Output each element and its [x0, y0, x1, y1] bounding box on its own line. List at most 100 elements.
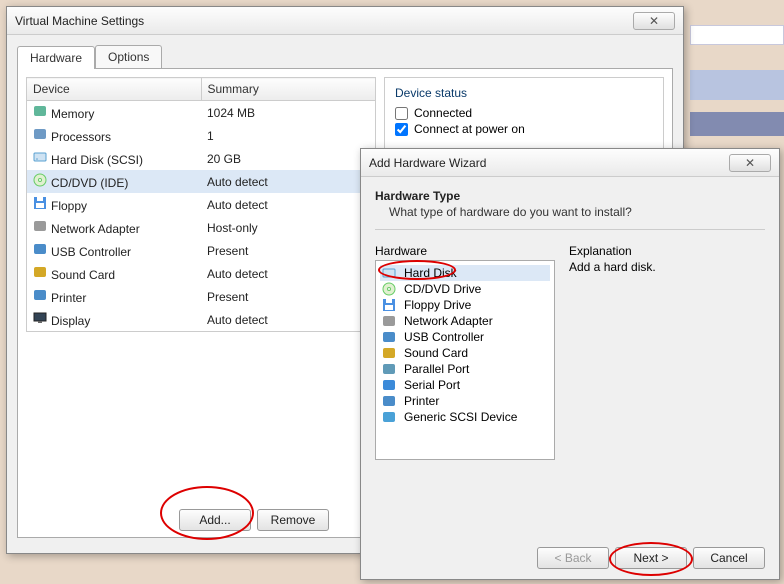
table-row[interactable]: Memory 1024 MB — [27, 101, 376, 125]
col-device[interactable]: Device — [27, 78, 202, 101]
list-item-label: Serial Port — [404, 378, 460, 392]
device-name: Floppy — [51, 199, 87, 213]
floppy-icon — [33, 196, 47, 210]
next-button[interactable]: Next > — [615, 547, 687, 569]
device-summary: Present — [201, 285, 376, 308]
titlebar: Virtual Machine Settings ✕ — [7, 7, 683, 35]
table-row[interactable]: Sound Card Auto detect — [27, 262, 376, 285]
device-summary: Auto detect — [201, 193, 376, 216]
list-item-label: Generic SCSI Device — [404, 410, 517, 424]
list-item-label: Sound Card — [404, 346, 468, 360]
memory-icon — [33, 104, 47, 118]
cd-icon — [33, 173, 47, 187]
connected-checkbox-row[interactable]: Connected — [395, 106, 653, 120]
list-item-label: Hard Disk — [404, 266, 457, 280]
hardware-listbox[interactable]: Hard Disk CD/DVD Drive Floppy Drive Network… — [375, 260, 555, 460]
explanation-text: Add a hard disk. — [569, 260, 765, 274]
close-button[interactable]: ✕ — [633, 12, 675, 30]
list-item-label: Printer — [404, 394, 439, 408]
list-item[interactable]: Hard Disk — [380, 265, 550, 281]
close-icon: ✕ — [649, 14, 659, 28]
wizard-body: Hardware Type What type of hardware do y… — [361, 177, 779, 472]
table-row[interactable]: Hard Disk (SCSI)20 GB — [27, 147, 376, 170]
cpu-icon — [33, 127, 47, 141]
wizard-sub: What type of hardware do you want to ins… — [389, 205, 765, 219]
add-button[interactable]: Add... — [179, 509, 251, 531]
device-name: Display — [51, 314, 90, 328]
device-name: USB Controller — [51, 245, 131, 259]
table-row[interactable]: CD/DVD (IDE) Auto detect — [27, 170, 376, 193]
list-item[interactable]: Parallel Port — [380, 361, 550, 377]
connect-power-label: Connect at power on — [414, 122, 525, 136]
table-row[interactable]: Printer Present — [27, 285, 376, 308]
usb-icon — [382, 330, 396, 344]
device-name: Processors — [51, 130, 111, 144]
remove-button[interactable]: Remove — [257, 509, 329, 531]
close-icon: ✕ — [745, 156, 755, 170]
device-summary: 1024 MB — [201, 101, 376, 125]
net-icon — [33, 219, 47, 233]
device-summary: Auto detect — [201, 308, 376, 332]
window-title: Virtual Machine Settings — [15, 14, 144, 28]
back-button[interactable]: < Back — [537, 547, 609, 569]
tab-hardware[interactable]: Hardware — [17, 46, 95, 69]
list-item[interactable]: Floppy Drive — [380, 297, 550, 313]
device-summary: Present — [201, 239, 376, 262]
device-summary: Auto detect — [201, 170, 376, 193]
net-icon — [382, 314, 396, 328]
device-summary: 1 — [201, 124, 376, 147]
connect-power-checkbox-row[interactable]: Connect at power on — [395, 122, 653, 136]
list-item-label: CD/DVD Drive — [404, 282, 481, 296]
list-item-label: USB Controller — [404, 330, 484, 344]
settings-tabs: Hardware Options — [7, 35, 683, 68]
device-name: Printer — [51, 291, 86, 305]
device-list: Device Summary Memory1024 MBProcessors1H… — [26, 77, 376, 332]
floppy-icon — [382, 298, 396, 312]
list-item-label: Network Adapter — [404, 314, 493, 328]
group-title: Device status — [395, 86, 653, 100]
device-summary: 20 GB — [201, 147, 376, 170]
table-row[interactable]: Processors 1 — [27, 124, 376, 147]
hdd-icon — [33, 150, 47, 164]
printer-icon — [382, 394, 396, 408]
device-name: Memory — [51, 107, 94, 121]
connected-checkbox[interactable] — [395, 107, 408, 120]
cancel-button[interactable]: Cancel — [693, 547, 765, 569]
device-table: Device Summary Memory1024 MBProcessors1H… — [26, 77, 376, 332]
serial-icon — [382, 378, 396, 392]
scsi-icon — [382, 410, 396, 424]
list-item[interactable]: Network Adapter — [380, 313, 550, 329]
sound-icon — [382, 346, 396, 360]
connected-label: Connected — [414, 106, 472, 120]
device-name: Network Adapter — [51, 222, 140, 236]
list-item[interactable]: Generic SCSI Device — [380, 409, 550, 425]
tab-options[interactable]: Options — [95, 45, 162, 68]
table-row[interactable]: Network Adapter Host-only — [27, 216, 376, 239]
usb-icon — [33, 242, 47, 256]
wizard-title: Add Hardware Wizard — [369, 156, 486, 170]
cd-icon — [382, 282, 396, 296]
display-icon — [33, 311, 47, 325]
connect-power-checkbox[interactable] — [395, 123, 408, 136]
explanation-label: Explanation — [569, 244, 765, 258]
list-item[interactable]: USB Controller — [380, 329, 550, 345]
list-item[interactable]: Printer — [380, 393, 550, 409]
device-name: CD/DVD (IDE) — [51, 176, 128, 190]
table-row[interactable]: Display Auto detect — [27, 308, 376, 332]
device-summary: Auto detect — [201, 262, 376, 285]
list-item[interactable]: CD/DVD Drive — [380, 281, 550, 297]
parallel-icon — [382, 362, 396, 376]
hdd-icon — [382, 266, 396, 280]
list-item[interactable]: Sound Card — [380, 345, 550, 361]
table-row[interactable]: USB Controller Present — [27, 239, 376, 262]
device-summary: Host-only — [201, 216, 376, 239]
wizard-close-button[interactable]: ✕ — [729, 154, 771, 172]
table-row[interactable]: Floppy Auto detect — [27, 193, 376, 216]
col-summary[interactable]: Summary — [201, 78, 376, 101]
list-item-label: Floppy Drive — [404, 298, 471, 312]
device-name: Sound Card — [51, 268, 115, 282]
wizard-titlebar: Add Hardware Wizard ✕ — [361, 149, 779, 177]
hardware-list-label: Hardware — [375, 244, 555, 258]
list-item[interactable]: Serial Port — [380, 377, 550, 393]
list-item-label: Parallel Port — [404, 362, 469, 376]
